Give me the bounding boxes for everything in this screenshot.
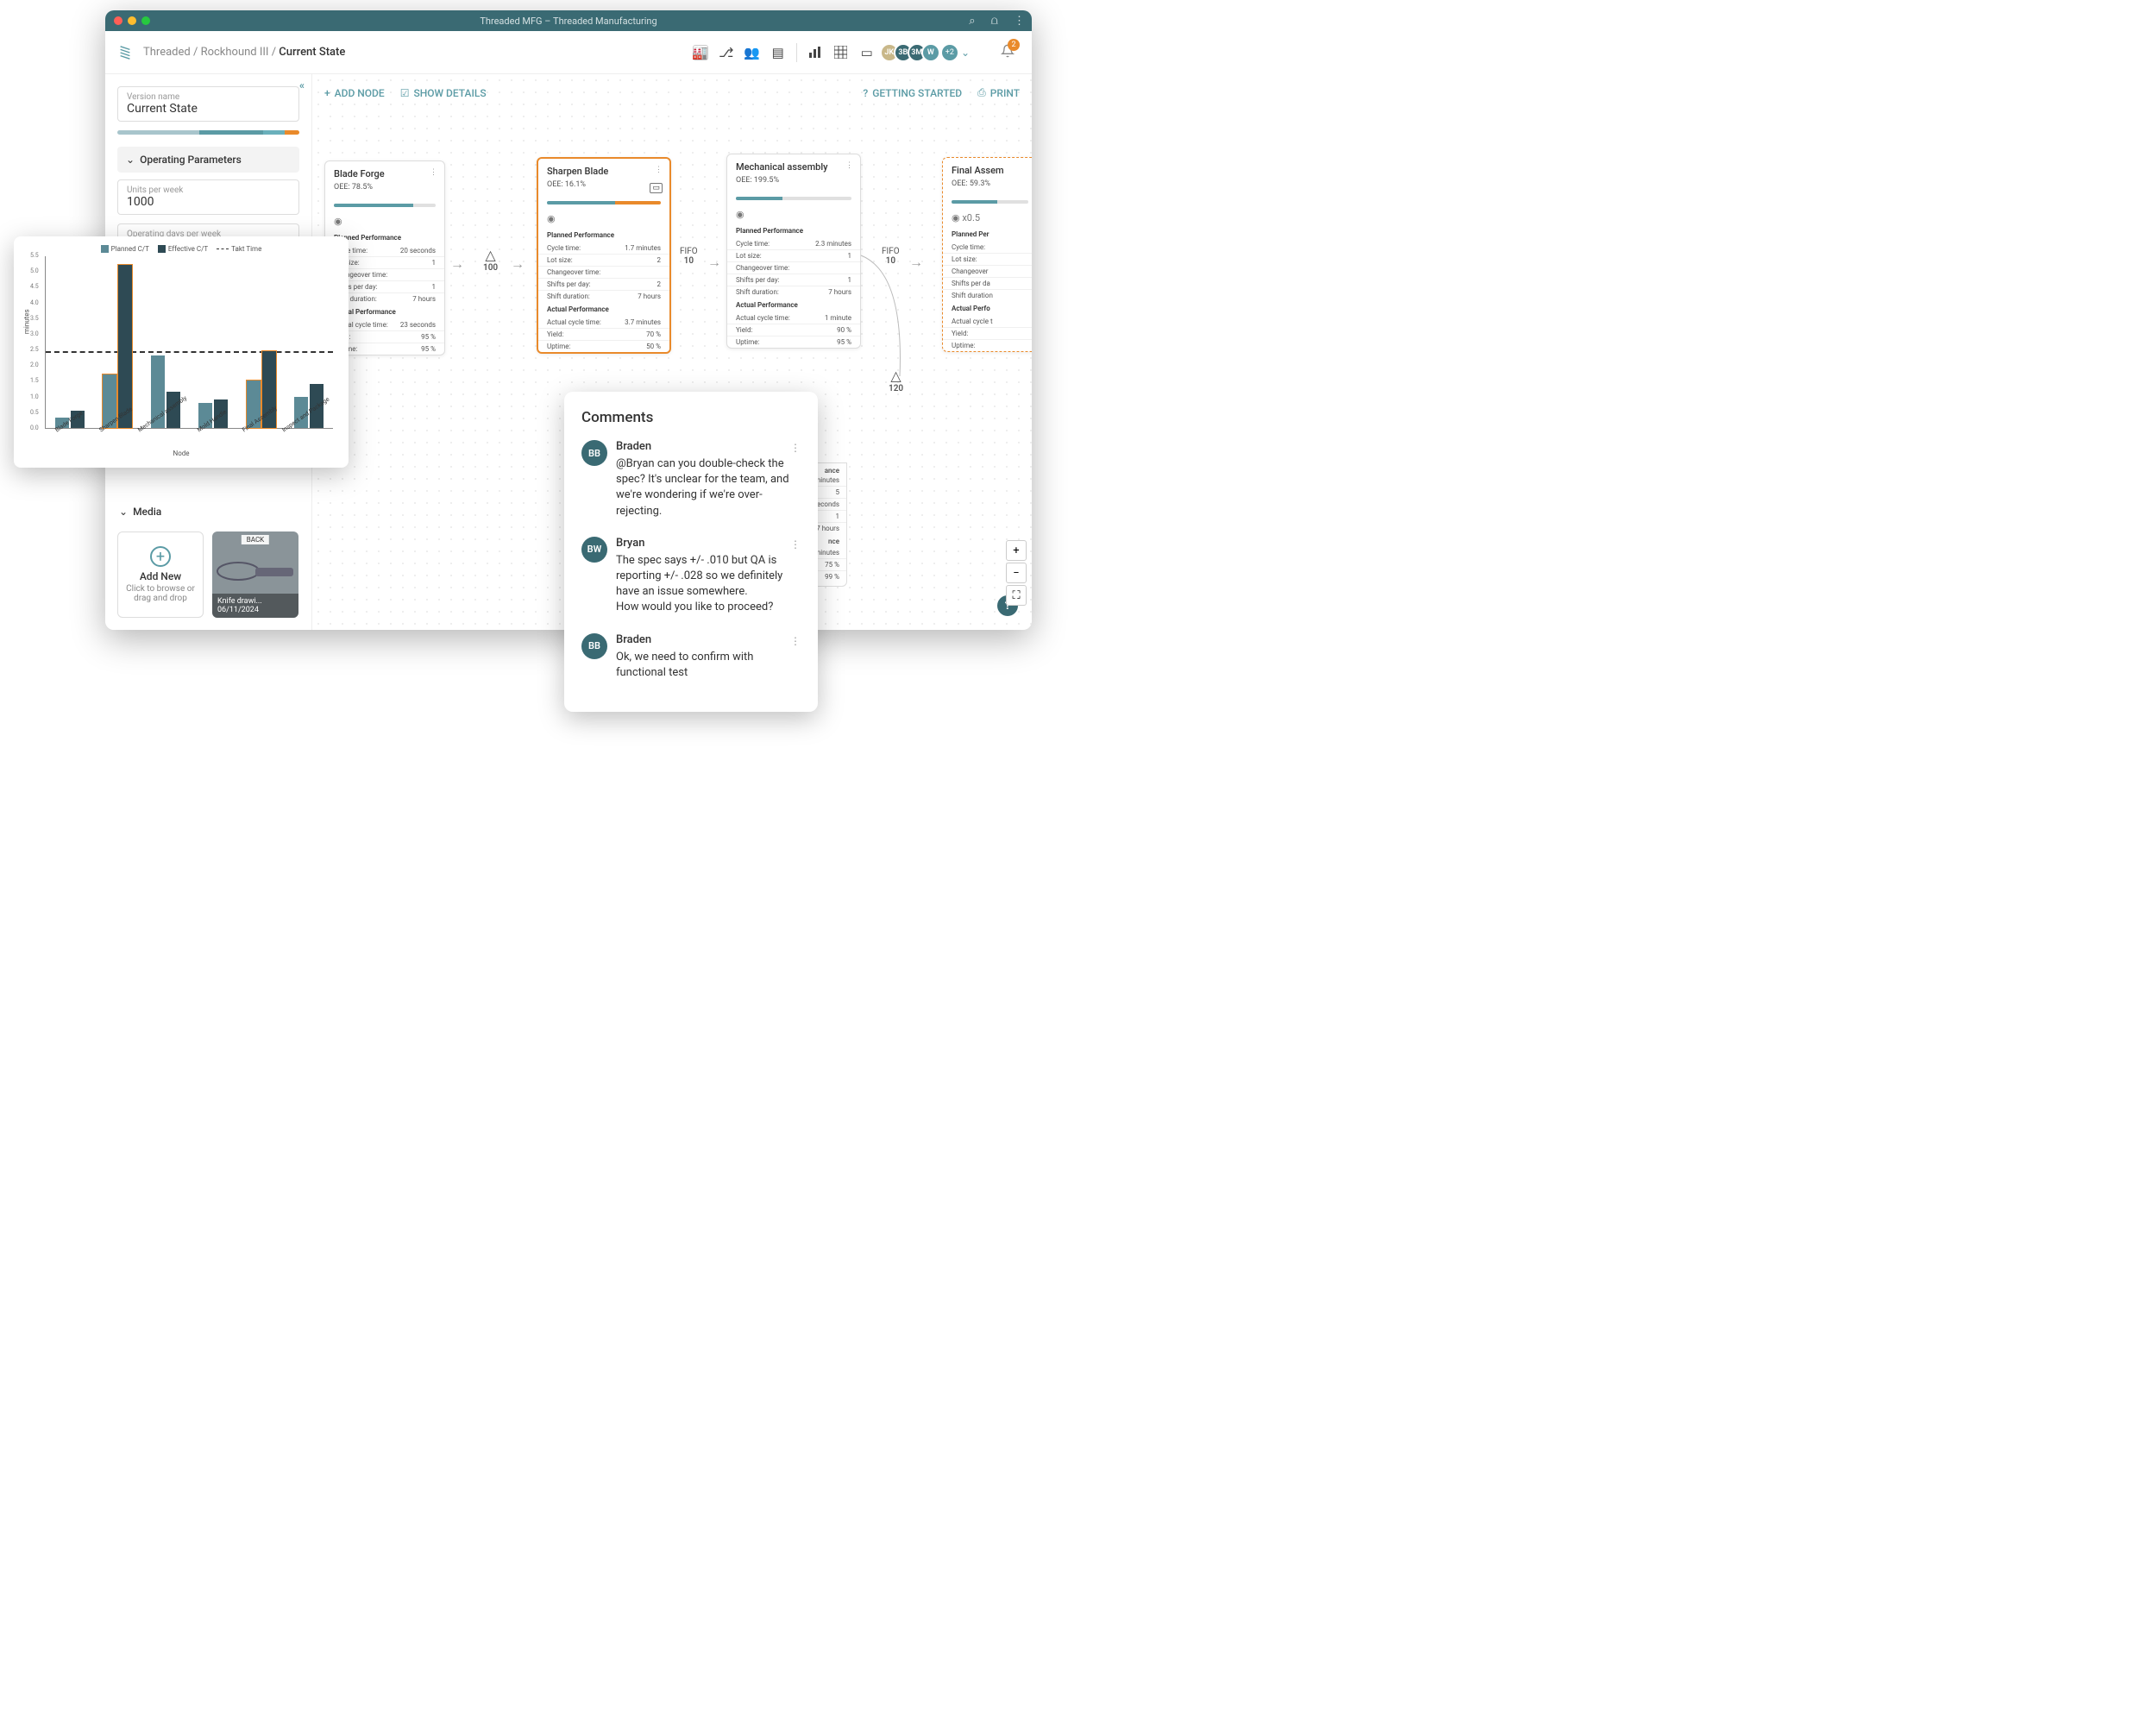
minimize-window[interactable] bbox=[128, 16, 136, 25]
person-icon: ◉ bbox=[538, 210, 669, 228]
notification-badge: 2 bbox=[1008, 39, 1020, 51]
checkbox-icon: ☑ bbox=[400, 87, 410, 99]
comment-text: The spec says +/- .010 but QA is reporti… bbox=[616, 553, 801, 616]
comment-avatar: BB bbox=[581, 440, 607, 466]
chart-legend: Planned C/T Effective C/T Takt Time bbox=[24, 245, 338, 253]
comment-text: @Bryan can you double-check the spec? It… bbox=[616, 456, 801, 519]
factory-icon[interactable]: 🏭 bbox=[693, 45, 708, 60]
plus-icon: + bbox=[324, 87, 330, 99]
grid-icon[interactable] bbox=[833, 45, 849, 60]
more-icon[interactable]: ⋮ bbox=[790, 635, 801, 647]
print-button[interactable]: ⎙PRINT bbox=[977, 86, 1020, 99]
media-section[interactable]: ⌄ Media bbox=[117, 499, 299, 525]
comment-item: BB Braden Ok, we need to confirm with func… bbox=[581, 633, 801, 681]
zoom-controls: + − ⛶ bbox=[1006, 540, 1027, 606]
arrow-icon: → bbox=[909, 254, 923, 271]
plus-icon: + bbox=[150, 546, 171, 567]
comment-indicator-icon[interactable]: ▭ bbox=[650, 183, 663, 193]
app-header: Threaded / Rockhound III / Current State… bbox=[105, 31, 1032, 74]
close-window[interactable] bbox=[114, 16, 123, 25]
notifications-button[interactable]: 2 bbox=[1001, 44, 1015, 61]
breadcrumb: Threaded / Rockhound III / Current State bbox=[143, 46, 345, 59]
avatar[interactable]: W bbox=[921, 43, 940, 62]
arrow-icon: → bbox=[450, 255, 464, 273]
more-icon[interactable]: ⋮ bbox=[430, 168, 437, 177]
more-icon[interactable]: ⋮ bbox=[845, 161, 853, 170]
media-thumbnail[interactable]: BACK Knife drawi... 06/11/2024 bbox=[212, 531, 298, 618]
fifo-label: FIFO10 bbox=[680, 247, 698, 266]
version-label: Version name bbox=[127, 92, 290, 102]
robot-arm-icon[interactable]: ⎇ bbox=[719, 45, 734, 60]
extension-icon[interactable]: ⩍ bbox=[991, 15, 998, 28]
crumb-project[interactable]: Rockhound III bbox=[201, 46, 269, 59]
window-title: Threaded MFG – Threaded Manufacturing bbox=[480, 16, 657, 27]
chevron-down-icon: ⌄ bbox=[119, 506, 128, 518]
inventory-triangle: △100 bbox=[483, 247, 498, 273]
chart-panel: Planned C/T Effective C/T Takt Time minu… bbox=[14, 236, 349, 468]
chevron-down-icon: ⌄ bbox=[126, 154, 135, 166]
print-icon: ⎙ bbox=[977, 86, 986, 99]
node-sharpen-blade[interactable]: Sharpen Blade⋮ OEE: 16.1% ▭ ◉ Planned Pe… bbox=[537, 157, 671, 354]
add-node-button[interactable]: +ADD NODE bbox=[324, 87, 385, 99]
comment-item: BW Bryan The spec says +/- .010 but QA is … bbox=[581, 537, 801, 616]
help-icon: ? bbox=[863, 87, 868, 99]
arrow-icon: → bbox=[511, 255, 525, 273]
node-mechanical-assembly[interactable]: Mechanical assembly⋮ OEE: 199.5% ◉ Plann… bbox=[726, 154, 861, 349]
window-controls bbox=[114, 16, 150, 25]
getting-started-button[interactable]: ?GETTING STARTED bbox=[863, 87, 962, 99]
person-icon: ◉ bbox=[727, 205, 860, 223]
comment-author: Braden bbox=[616, 440, 801, 453]
comment-avatar: BW bbox=[581, 537, 607, 563]
search-icon[interactable]: ⌕ bbox=[969, 15, 975, 28]
comment-avatar: BB bbox=[581, 633, 607, 659]
comment-item: BB Braden @Bryan can you double-check the … bbox=[581, 440, 801, 519]
comments-panel: Comments BB Braden @Bryan can you double-c… bbox=[564, 392, 818, 712]
person-icon: ◉ x0.5 bbox=[943, 209, 1032, 227]
progress-bar bbox=[117, 130, 299, 135]
comment-author: Braden bbox=[616, 633, 801, 646]
zoom-in-button[interactable]: + bbox=[1006, 540, 1027, 561]
zoom-out-button[interactable]: − bbox=[1006, 563, 1027, 583]
arrow-icon: → bbox=[707, 254, 721, 271]
app-logo-icon bbox=[117, 43, 133, 62]
more-icon[interactable]: ⋮ bbox=[655, 166, 663, 174]
add-media-card[interactable]: + Add New Click to browse or drag and dr… bbox=[117, 531, 204, 618]
clipboard-icon[interactable]: ▤ bbox=[770, 45, 786, 60]
more-icon[interactable]: ⋮ bbox=[790, 442, 801, 454]
version-name-field[interactable]: Version name Current State bbox=[117, 86, 299, 122]
more-icon[interactable]: ⋮ bbox=[1014, 15, 1025, 28]
show-details-button[interactable]: ☑SHOW DETAILS bbox=[400, 87, 487, 99]
inventory-triangle: △120 bbox=[889, 368, 903, 393]
operating-params-section[interactable]: ⌄ Operating Parameters bbox=[117, 147, 299, 173]
comments-title: Comments bbox=[581, 409, 801, 426]
collapse-sidebar-icon[interactable]: « bbox=[299, 79, 305, 91]
comment-author: Bryan bbox=[616, 537, 801, 550]
fifo-label: FIFO10 bbox=[882, 247, 900, 266]
chart-plot: minutes 0.00.51.01.52.02.53.03.54.04.55.… bbox=[45, 256, 333, 429]
toolbar-icons: 🏭 ⎇ 👥 ▤ ▭ bbox=[693, 43, 875, 62]
person-icon: ◉ bbox=[325, 212, 444, 230]
titlebar: Threaded MFG – Threaded Manufacturing ⌕ … bbox=[105, 10, 1032, 31]
zoom-fit-button[interactable]: ⛶ bbox=[1006, 585, 1027, 606]
crumb-current: Current State bbox=[279, 46, 345, 59]
avatar-more[interactable]: +2 bbox=[942, 45, 958, 60]
more-icon[interactable]: ⋮ bbox=[790, 538, 801, 550]
chart-icon[interactable] bbox=[807, 45, 823, 60]
canvas-toolbar: +ADD NODE ☑SHOW DETAILS ?GETTING STARTED… bbox=[324, 86, 1020, 99]
chevron-down-icon[interactable]: ⌄ bbox=[961, 47, 970, 59]
comment-text: Ok, we need to confirm with functional t… bbox=[616, 650, 801, 681]
people-icon[interactable]: 👥 bbox=[744, 45, 760, 60]
crumb-root[interactable]: Threaded bbox=[143, 46, 191, 59]
version-value: Current State bbox=[127, 102, 290, 116]
comment-icon[interactable]: ▭ bbox=[859, 45, 875, 60]
maximize-window[interactable] bbox=[141, 16, 150, 25]
presence-avatars[interactable]: JK 3B 3M W +2 ⌄ bbox=[885, 43, 970, 62]
node-final-assembly[interactable]: Final Assem OEE: 59.3% ◉ x0.5 Planned Pe… bbox=[942, 157, 1032, 352]
units-per-week-field[interactable]: Units per week 1000 bbox=[117, 179, 299, 215]
